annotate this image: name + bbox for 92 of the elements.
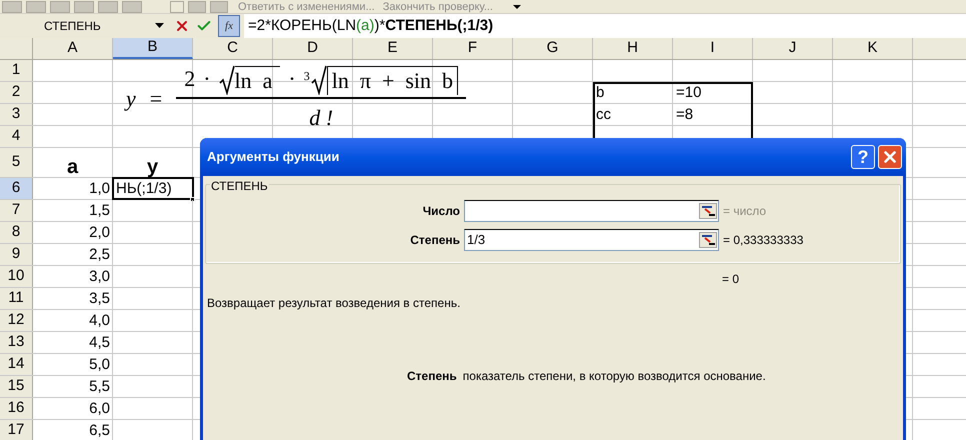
argument-field[interactable]: 1/3 [464, 229, 719, 251]
toolbar-icon[interactable] [122, 0, 142, 12]
cell-text: 2,0 [89, 224, 110, 242]
radical-sign-icon [218, 65, 235, 95]
cell-text: 5,0 [89, 356, 110, 374]
cell-text: 6,0 [89, 400, 110, 418]
row-header[interactable]: 15 [0, 376, 33, 397]
argument-label: Степень [410, 232, 460, 249]
insert-function-button[interactable]: fx [218, 15, 240, 37]
column-header[interactable]: E [353, 38, 433, 59]
range-select-icon[interactable] [699, 232, 717, 248]
fill-handle[interactable] [190, 197, 195, 202]
row-header[interactable]: 9 [0, 244, 33, 265]
cell-text: =8 [676, 106, 694, 124]
formula-field[interactable]: =2*КОРЕНЬ(LN(a))*СТЕПЕНЬ(;1/3) [244, 14, 966, 38]
column-header[interactable]: D [273, 38, 353, 59]
toolbar-icon[interactable] [98, 0, 118, 12]
column-header[interactable]: B [113, 38, 193, 59]
cell-text: =10 [676, 84, 702, 102]
radicand: ln π + sin b [326, 66, 458, 95]
argument-field[interactable] [464, 200, 719, 222]
row-header[interactable]: 8 [0, 222, 33, 243]
formula-result: = 0 [722, 272, 740, 286]
close-button[interactable] [878, 145, 902, 169]
argument-result: = 0,333333333 [723, 232, 804, 249]
function-description: Возвращает результат возведения в степень. [207, 296, 460, 310]
row-header[interactable]: 14 [0, 354, 33, 375]
row-header[interactable]: 12 [0, 310, 33, 331]
cell-text: 4,0 [89, 312, 110, 330]
argument-help-name: Степень [407, 368, 457, 385]
column-header[interactable]: A [33, 38, 113, 59]
toolbar-icon[interactable] [210, 0, 228, 12]
argument-help-text: показатель степени, в которую возводится основание. [462, 368, 766, 385]
cell-text: 2,5 [89, 246, 110, 264]
row-header[interactable]: 3 [0, 104, 33, 125]
equation-number: 2 [184, 65, 196, 93]
cell-text: 4,5 [89, 334, 110, 352]
column-header[interactable]: J [753, 38, 833, 59]
dropdown-caret-icon[interactable] [155, 23, 164, 29]
window-title: Аргументы функции [207, 148, 340, 166]
equation-denominator: d ! [309, 104, 334, 132]
column-header[interactable]: G [513, 38, 593, 59]
toolbar-icon[interactable] [188, 0, 206, 12]
select-all-corner[interactable] [0, 38, 33, 59]
cell-text: b [596, 84, 604, 102]
cell-text: 1,0 [89, 180, 110, 198]
cell-text: 5,5 [89, 378, 110, 396]
cell-text: cc [596, 106, 611, 124]
multiplication-dot: · [203, 65, 211, 93]
row-header[interactable]: 16 [0, 398, 33, 419]
row-header[interactable]: 6 [0, 178, 33, 199]
row-header[interactable]: 2 [0, 82, 33, 103]
column-header[interactable]: H [593, 38, 673, 59]
cancel-icon[interactable] [174, 18, 190, 34]
dropdown-caret-icon[interactable] [513, 4, 521, 10]
column-header[interactable]: I [673, 38, 753, 59]
toolbar-icon[interactable] [170, 0, 184, 12]
row-header[interactable]: 11 [0, 288, 33, 309]
root-index: 3 [304, 68, 310, 85]
close-icon [881, 148, 899, 166]
multiplication-dot: · [288, 65, 296, 93]
row-header[interactable]: 1 [0, 60, 33, 81]
cell-text: 1,5 [89, 202, 110, 220]
row-header[interactable]: 10 [0, 266, 33, 287]
name-box[interactable]: СТЕПЕНЬ [0, 16, 168, 36]
radical-sign-icon [310, 65, 327, 95]
equation-variable: y [126, 84, 136, 113]
cell-text: 6,5 [89, 422, 110, 440]
row-header[interactable]: 17 [0, 420, 33, 440]
cell-text: y [146, 158, 158, 176]
cell-text: a [66, 158, 78, 176]
row-header[interactable]: 7 [0, 200, 33, 221]
equals-sign: = [150, 84, 162, 112]
range-select-icon[interactable] [699, 203, 717, 219]
toolbar-icon[interactable] [2, 0, 22, 12]
column-header[interactable]: F [433, 38, 513, 59]
row-header[interactable]: 13 [0, 332, 33, 353]
row-header[interactable]: 4 [0, 126, 33, 147]
cell-text: 3,5 [89, 290, 110, 308]
column-header[interactable]: K [833, 38, 913, 59]
argument-label: Число [422, 203, 460, 220]
column-header[interactable] [913, 38, 966, 59]
column-header[interactable]: C [193, 38, 273, 59]
argument-result: = число [723, 203, 766, 220]
radicand: ln a [234, 66, 280, 95]
row-header[interactable]: 5 [0, 148, 33, 177]
cell-text: 3,0 [89, 268, 110, 286]
active-cell-text: НЬ(;1/3) [116, 180, 172, 198]
toolbar-icon[interactable] [74, 0, 94, 12]
toolbar-icon[interactable] [50, 0, 70, 12]
help-button[interactable]: ? [851, 145, 875, 169]
toolbar-icon[interactable] [26, 0, 46, 12]
